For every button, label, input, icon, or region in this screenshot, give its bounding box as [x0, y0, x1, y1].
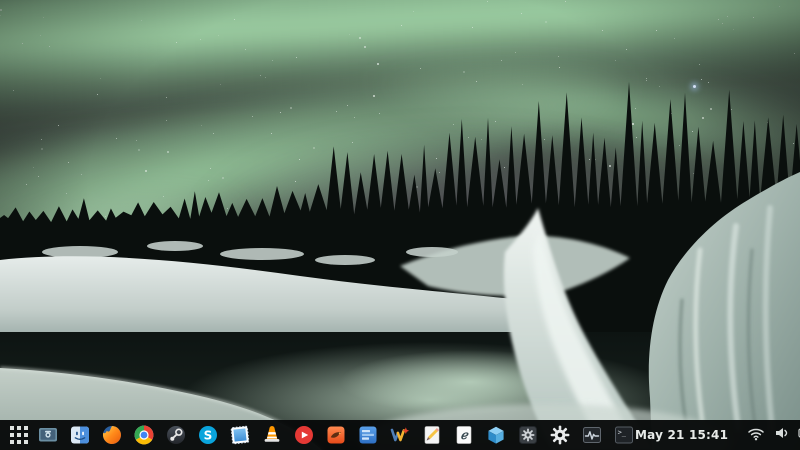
app-launcher-button[interactable]	[10, 426, 28, 444]
dock-item-orange-app[interactable]	[324, 424, 347, 447]
dock-item-mail[interactable]	[228, 424, 251, 447]
dock: Sℯ >_	[36, 424, 635, 447]
taskbar: Sℯ >_ May 21 15:41	[0, 420, 800, 450]
svg-text:S: S	[203, 428, 212, 442]
mail-stamp-icon	[229, 424, 251, 446]
dock-item-documents[interactable]	[356, 424, 379, 447]
landscape	[0, 81, 800, 450]
pencil-document-icon	[421, 424, 443, 446]
dock-item-steam[interactable]	[164, 424, 187, 447]
script-document-icon: ℯ	[453, 424, 475, 446]
dock-item-terminal[interactable]: >_	[612, 424, 635, 447]
vlc-cone-icon	[261, 424, 283, 446]
dock-item-notes[interactable]: ℯ	[452, 424, 475, 447]
desktop-wallpaper	[0, 0, 800, 450]
skype-icon: S	[197, 424, 219, 446]
wifi-icon	[747, 425, 765, 445]
tray-volume[interactable]	[774, 425, 789, 445]
terminal-icon: >_	[613, 424, 635, 446]
screenshot-tool-icon	[37, 424, 59, 446]
clock[interactable]: May 21 15:41	[635, 428, 728, 442]
file-manager-icon	[69, 424, 91, 446]
dock-item-system-monitor[interactable]	[580, 424, 603, 447]
youtube-icon	[293, 424, 315, 446]
speaker-icon	[774, 425, 789, 445]
dark-gear-tile-icon	[517, 424, 539, 446]
tray-network[interactable]	[747, 425, 765, 445]
office-w-icon	[389, 424, 411, 446]
chrome-icon	[133, 424, 155, 446]
steam-icon	[165, 424, 187, 446]
dock-item-settings[interactable]	[548, 424, 571, 447]
system-tray	[747, 425, 800, 445]
dock-item-vlc[interactable]	[260, 424, 283, 447]
desktop: Sℯ >_ May 21 15:41	[0, 0, 800, 450]
dock-item-screenshot[interactable]	[36, 424, 59, 447]
dock-item-youtube[interactable]	[292, 424, 315, 447]
dock-item-firefox[interactable]	[100, 424, 123, 447]
orange-bird-app-icon	[325, 424, 347, 446]
dock-item-skype[interactable]: S	[196, 424, 219, 447]
blue-document-app-icon	[357, 424, 379, 446]
blue-cube-icon	[485, 424, 507, 446]
dock-item-boxes[interactable]	[484, 424, 507, 447]
dock-item-text-editor[interactable]	[420, 424, 443, 447]
system-monitor-icon	[581, 424, 603, 446]
panel-right: May 21 15:41	[635, 425, 800, 445]
dock-item-tweaks[interactable]	[516, 424, 539, 447]
svg-text:>_: >_	[617, 428, 626, 436]
gear-icon	[549, 424, 571, 446]
dock-item-office[interactable]	[388, 424, 411, 447]
firefox-icon	[101, 424, 123, 446]
dock-item-chrome[interactable]	[132, 424, 155, 447]
dock-item-files[interactable]	[68, 424, 91, 447]
